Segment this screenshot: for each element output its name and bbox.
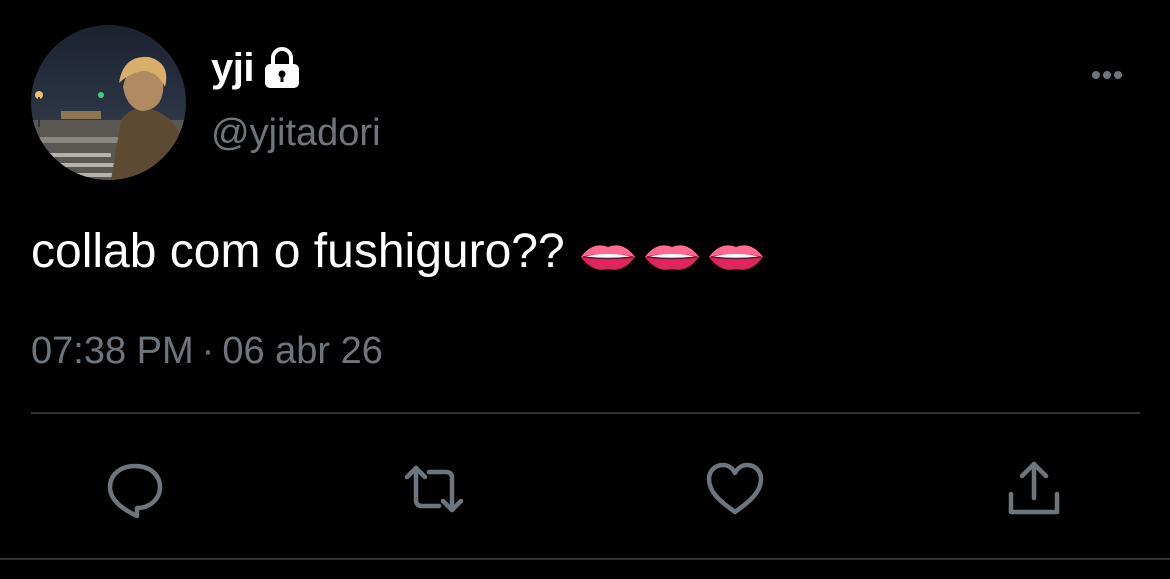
share-button[interactable] [1003, 458, 1065, 520]
display-name[interactable]: yji [211, 46, 254, 91]
divider [31, 412, 1140, 414]
tweet-text: collab com o fushiguro?? [31, 222, 765, 282]
user-handle[interactable]: @yjitadori [211, 112, 381, 155]
avatar[interactable] [31, 25, 186, 180]
tweet-time: 07:38 PM [31, 330, 194, 372]
lips-emoji-icon [579, 232, 637, 272]
lips-emoji-icon [707, 232, 765, 272]
reply-icon [107, 463, 163, 519]
like-button[interactable] [704, 458, 766, 520]
tweet-date: 06 abr 26 [222, 330, 383, 372]
emoji-row [579, 232, 765, 272]
retweet-icon [404, 465, 464, 513]
display-name-row: yji [211, 40, 302, 96]
tweet-body: collab com o fushiguro?? [31, 225, 565, 278]
lock-icon [262, 46, 302, 90]
divider [0, 558, 1170, 560]
lips-emoji-icon [643, 232, 701, 272]
share-icon [1008, 461, 1060, 515]
profile-photo [31, 25, 186, 180]
reply-button[interactable] [104, 458, 166, 520]
retweet-button[interactable] [403, 458, 465, 520]
more-icon[interactable] [1082, 60, 1132, 90]
heart-icon [706, 462, 764, 515]
timestamp-separator: · [201, 330, 215, 372]
timestamp[interactable]: 07:38 PM · 06 abr 26 [31, 330, 383, 373]
